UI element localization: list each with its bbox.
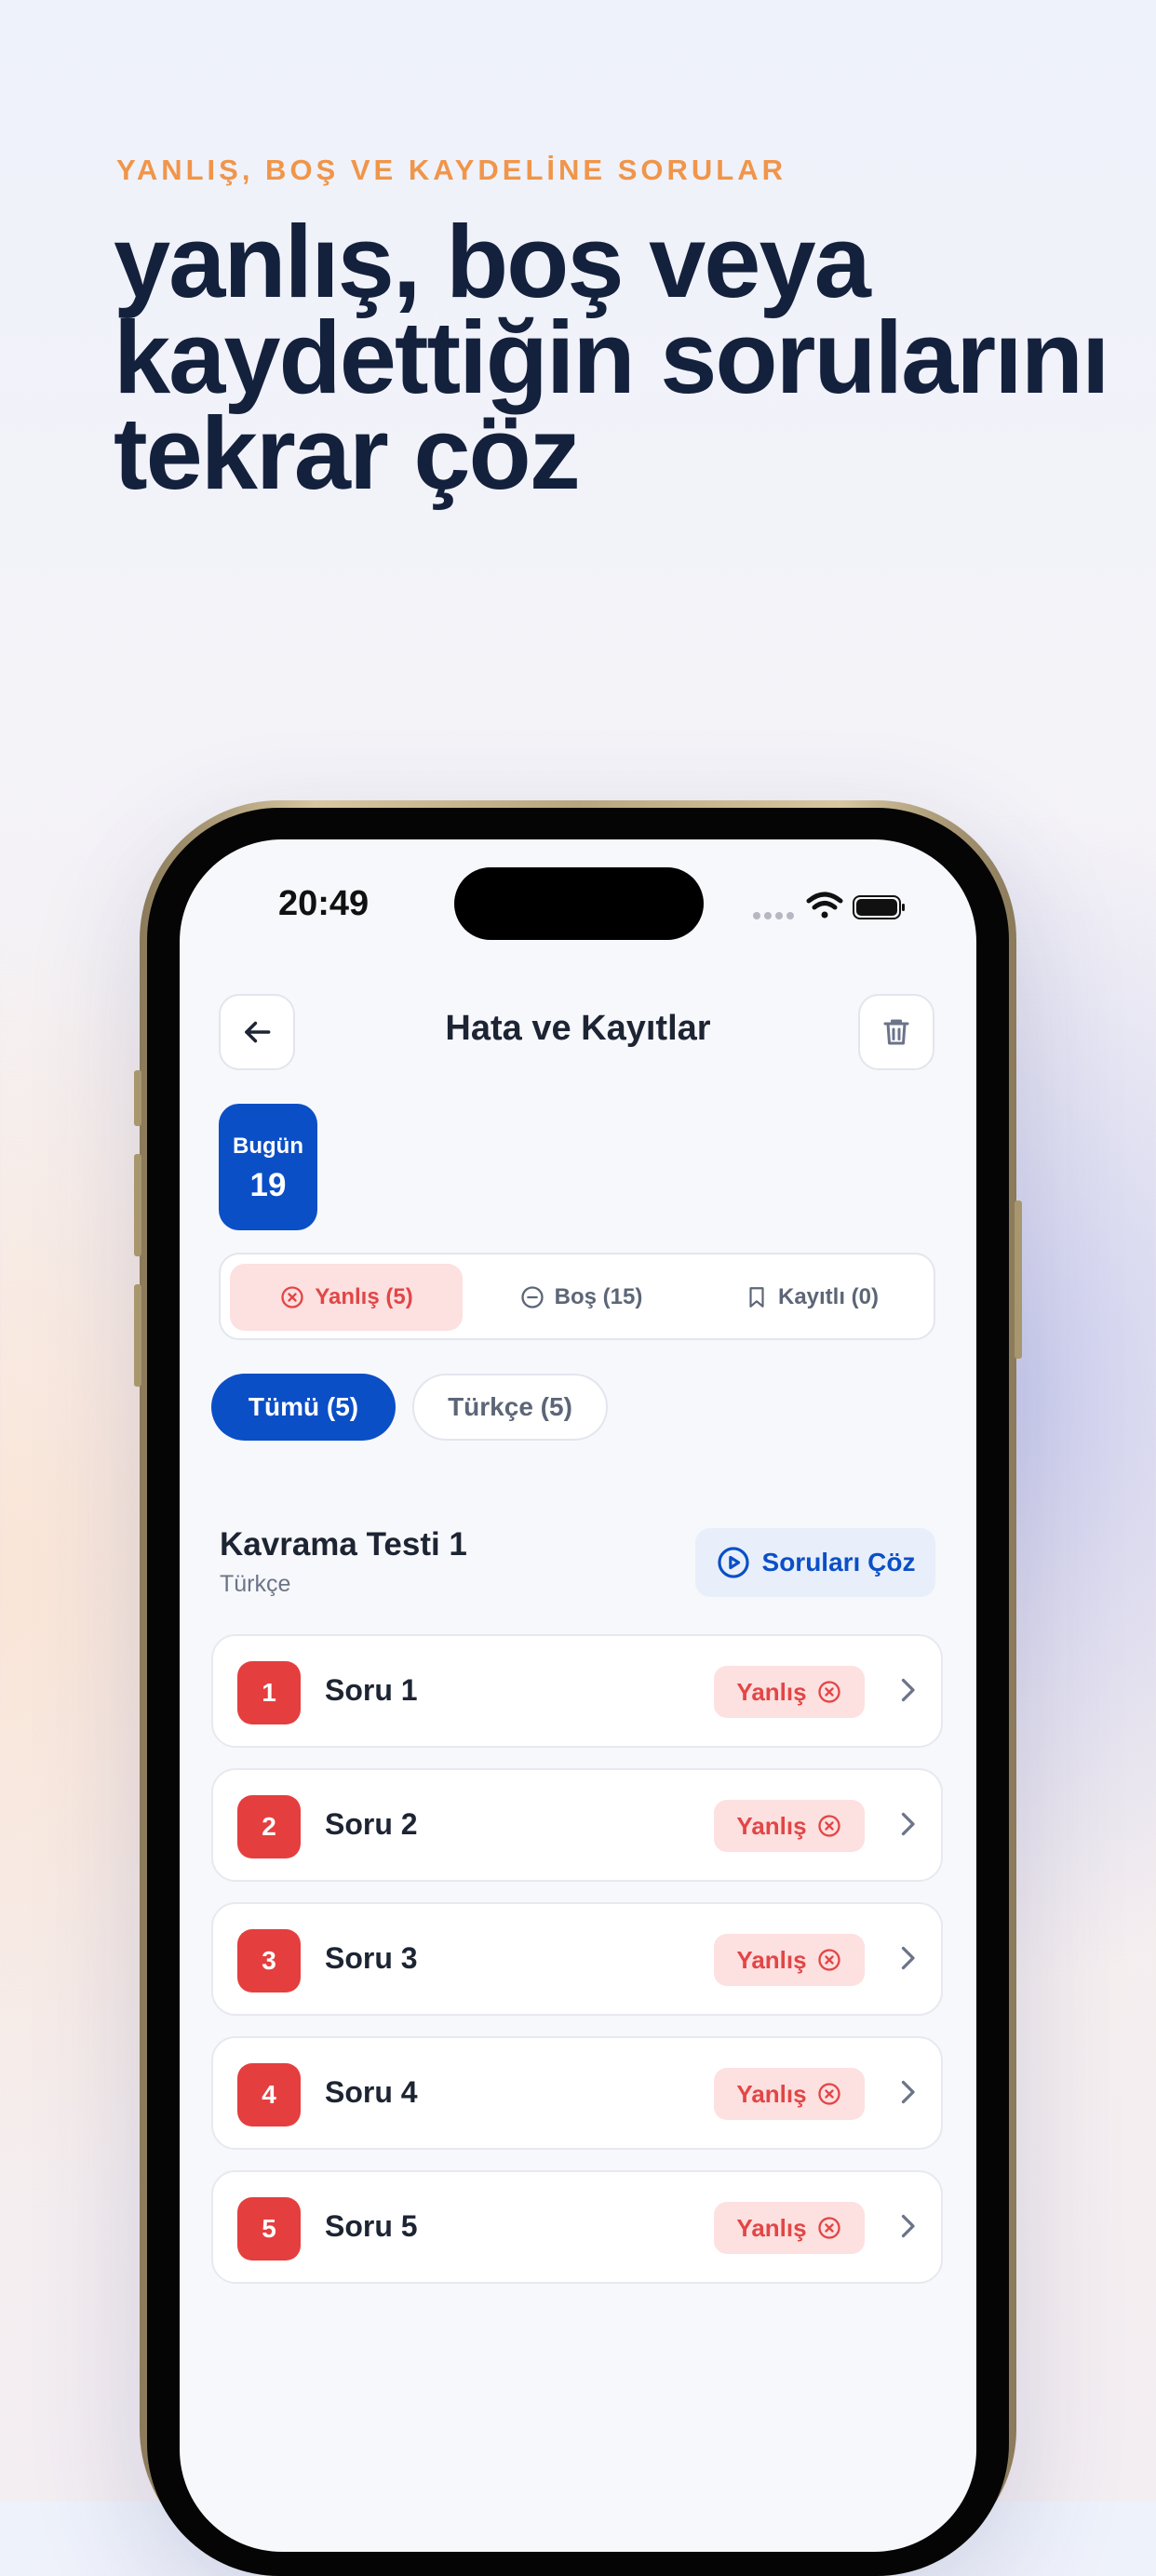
section-subtitle: Türkçe bbox=[220, 1571, 291, 1597]
status-icons bbox=[753, 892, 905, 919]
question-number: 4 bbox=[237, 2063, 301, 2127]
date-badge[interactable]: Bugün 19 bbox=[219, 1104, 317, 1230]
filter-chip-all[interactable]: Tümü (5) bbox=[211, 1374, 396, 1441]
chevron-right-icon bbox=[901, 2214, 915, 2238]
chevron-right-icon bbox=[901, 2080, 915, 2104]
question-row[interactable]: 3 Soru 3 Yanlış bbox=[211, 1902, 943, 2016]
status-label: Yanlış bbox=[736, 2213, 807, 2242]
question-title: Soru 2 bbox=[325, 1807, 418, 1841]
status-time: 20:49 bbox=[278, 884, 370, 923]
status-label: Yanlış bbox=[736, 1677, 807, 1706]
chevron-right-icon bbox=[901, 1812, 915, 1836]
tab-yanlis-label: Yanlış (5) bbox=[315, 1284, 413, 1309]
phone-side-button bbox=[134, 1154, 141, 1256]
question-number: 1 bbox=[237, 1661, 301, 1724]
question-title: Soru 4 bbox=[325, 2075, 418, 2109]
status-label: Yanlış bbox=[736, 2079, 807, 2108]
dynamic-island bbox=[454, 867, 704, 940]
section-title: Kavrama Testi 1 bbox=[220, 1526, 467, 1563]
question-title: Soru 1 bbox=[325, 1673, 418, 1707]
status-badge: Yanlış bbox=[714, 1800, 865, 1852]
question-row[interactable]: 5 Soru 5 Yanlış bbox=[211, 2170, 943, 2284]
question-number: 3 bbox=[237, 1929, 301, 1992]
filter-chip-turkce[interactable]: Türkçe (5) bbox=[412, 1374, 608, 1441]
question-title: Soru 5 bbox=[325, 2209, 418, 2243]
x-circle-icon bbox=[817, 2083, 840, 2105]
x-circle-icon bbox=[817, 1949, 840, 1971]
chevron-right-icon bbox=[901, 1946, 915, 1970]
date-badge-day: 19 bbox=[249, 1167, 287, 1203]
question-title: Soru 3 bbox=[325, 1941, 418, 1975]
trash-icon bbox=[883, 1019, 909, 1045]
solve-questions-button[interactable]: Soruları Çöz bbox=[695, 1528, 935, 1597]
phone-screen: 20:49 Hata ve Kayıtlar Bugün 19 Yanlış (… bbox=[180, 839, 976, 2552]
delete-button[interactable] bbox=[858, 994, 934, 1070]
promo-eyebrow: YANLIŞ, BOŞ VE KAYDELİNE SORULAR bbox=[116, 154, 786, 186]
tab-yanlis[interactable]: Yanlış (5) bbox=[230, 1264, 463, 1331]
wifi-icon bbox=[806, 892, 843, 919]
phone-side-button bbox=[134, 1284, 141, 1387]
date-badge-label: Bugün bbox=[233, 1134, 303, 1159]
phone-side-button bbox=[1015, 1201, 1022, 1359]
solve-questions-label: Soruları Çöz bbox=[761, 1548, 916, 1576]
x-circle-icon bbox=[817, 1681, 840, 1703]
phone-side-button bbox=[134, 1070, 141, 1126]
status-badge: Yanlış bbox=[714, 1934, 865, 1986]
page-title: Hata ve Kayıtlar bbox=[445, 1009, 711, 1048]
status-badge: Yanlış bbox=[714, 2068, 865, 2120]
status-badge: Yanlış bbox=[714, 1666, 865, 1718]
question-row[interactable]: 2 Soru 2 Yanlış bbox=[211, 1768, 943, 1882]
status-badge: Yanlış bbox=[714, 2202, 865, 2254]
tab-kayitli[interactable]: Kayıtlı (0) bbox=[695, 1264, 928, 1331]
status-label: Yanlış bbox=[736, 1945, 807, 1974]
question-row[interactable]: 1 Soru 1 Yanlış bbox=[211, 1634, 943, 1748]
promo-headline: yanlış, boş veya kaydettiğin sorularını … bbox=[114, 205, 1109, 511]
question-number: 5 bbox=[237, 2197, 301, 2261]
x-circle-icon bbox=[281, 1286, 303, 1308]
question-row[interactable]: 4 Soru 4 Yanlış bbox=[211, 2036, 943, 2150]
segment-control: Yanlış (5) Boş (15) Kayıtlı (0) bbox=[219, 1253, 935, 1340]
tab-bos-label: Boş (15) bbox=[554, 1284, 643, 1309]
x-circle-icon bbox=[817, 2217, 840, 2239]
battery-icon bbox=[853, 895, 905, 919]
bookmark-icon bbox=[749, 1287, 764, 1308]
chevron-right-icon bbox=[901, 1678, 915, 1702]
signal-icon bbox=[753, 912, 794, 919]
question-number: 2 bbox=[237, 1795, 301, 1858]
status-label: Yanlış bbox=[736, 1811, 807, 1840]
x-circle-icon bbox=[817, 1815, 840, 1837]
tab-kayitli-label: Kayıtlı (0) bbox=[777, 1284, 880, 1309]
play-circle-icon bbox=[717, 1547, 749, 1578]
tab-bos[interactable]: Boş (15) bbox=[464, 1264, 697, 1331]
minus-circle-icon bbox=[520, 1286, 544, 1308]
